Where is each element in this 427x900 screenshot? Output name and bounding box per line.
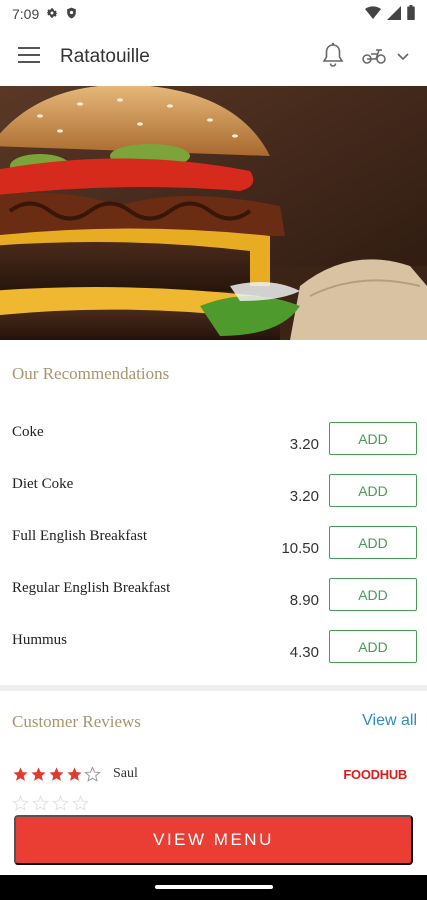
view-all-link[interactable]: View all xyxy=(362,712,417,730)
bell-icon[interactable] xyxy=(321,42,345,73)
review-item[interactable]: Saul FOODHUB xyxy=(12,763,417,785)
star-filled-icon xyxy=(49,766,64,781)
item-name: Full English Breakfast xyxy=(12,528,147,544)
item-name: Coke xyxy=(12,424,44,440)
list-item: Coke 3.20 ADD xyxy=(0,422,427,474)
star-empty-icon xyxy=(32,795,49,811)
add-button[interactable]: ADD xyxy=(329,474,417,507)
add-button[interactable]: ADD xyxy=(329,526,417,559)
star-empty-icon xyxy=(52,795,69,811)
delivery-mode-selector[interactable] xyxy=(361,45,409,70)
item-name: Diet Coke xyxy=(12,476,74,492)
item-name: Regular English Breakfast xyxy=(12,580,171,596)
menu-icon[interactable] xyxy=(18,46,40,69)
view-menu-button[interactable]: VIEW MENU xyxy=(14,815,413,865)
battery-icon xyxy=(407,5,415,23)
page-title: Ratatouille xyxy=(60,46,150,67)
item-price: 3.20 xyxy=(289,488,319,505)
next-review-star-rating xyxy=(12,795,89,812)
add-button[interactable]: ADD xyxy=(329,630,417,663)
chevron-down-icon xyxy=(397,48,409,66)
home-gesture-handle[interactable] xyxy=(155,885,273,889)
reviewer-name: Saul xyxy=(113,766,138,781)
star-filled-icon xyxy=(13,766,28,781)
item-price: 10.50 xyxy=(281,540,319,557)
item-name: Hummus xyxy=(12,632,68,648)
app-bar: Ratatouille xyxy=(0,28,427,86)
item-price: 4.30 xyxy=(289,644,319,661)
restaurant-hero-image xyxy=(0,86,427,340)
list-item: Full English Breakfast 10.50 ADD xyxy=(0,526,427,578)
status-bar: 7:09 xyxy=(0,0,427,28)
star-filled-icon xyxy=(31,766,46,781)
foodhub-logo: FOODHUB xyxy=(343,766,407,782)
star-empty-icon xyxy=(12,795,29,811)
list-item: Regular English Breakfast 8.90 ADD xyxy=(0,578,427,630)
wifi-icon xyxy=(365,5,381,23)
add-button[interactable]: ADD xyxy=(329,578,417,611)
item-price: 3.20 xyxy=(289,436,319,453)
system-navigation-bar xyxy=(0,875,427,900)
star-filled-icon xyxy=(67,766,82,781)
list-item: Diet Coke 3.20 ADD xyxy=(0,474,427,526)
add-button[interactable]: ADD xyxy=(329,422,417,455)
scooter-icon xyxy=(361,45,387,70)
signal-icon xyxy=(387,5,401,23)
recommendations-section: Our Recommendations Coke 3.20 ADD Diet C… xyxy=(0,340,427,685)
star-empty-icon xyxy=(84,765,101,782)
star-empty-icon xyxy=(72,795,89,811)
item-price: 8.90 xyxy=(289,592,319,609)
recommendations-title: Our Recommendations xyxy=(12,364,170,383)
status-time: 7:09 xyxy=(12,6,40,22)
gear-icon xyxy=(45,6,59,23)
list-item: Hummus 4.30 ADD xyxy=(0,630,427,682)
customer-reviews-section: Customer Reviews View all Saul FOODHUB xyxy=(0,691,427,811)
shield-icon xyxy=(65,6,78,23)
reviews-title: Customer Reviews xyxy=(12,712,141,731)
star-rating xyxy=(12,765,101,783)
